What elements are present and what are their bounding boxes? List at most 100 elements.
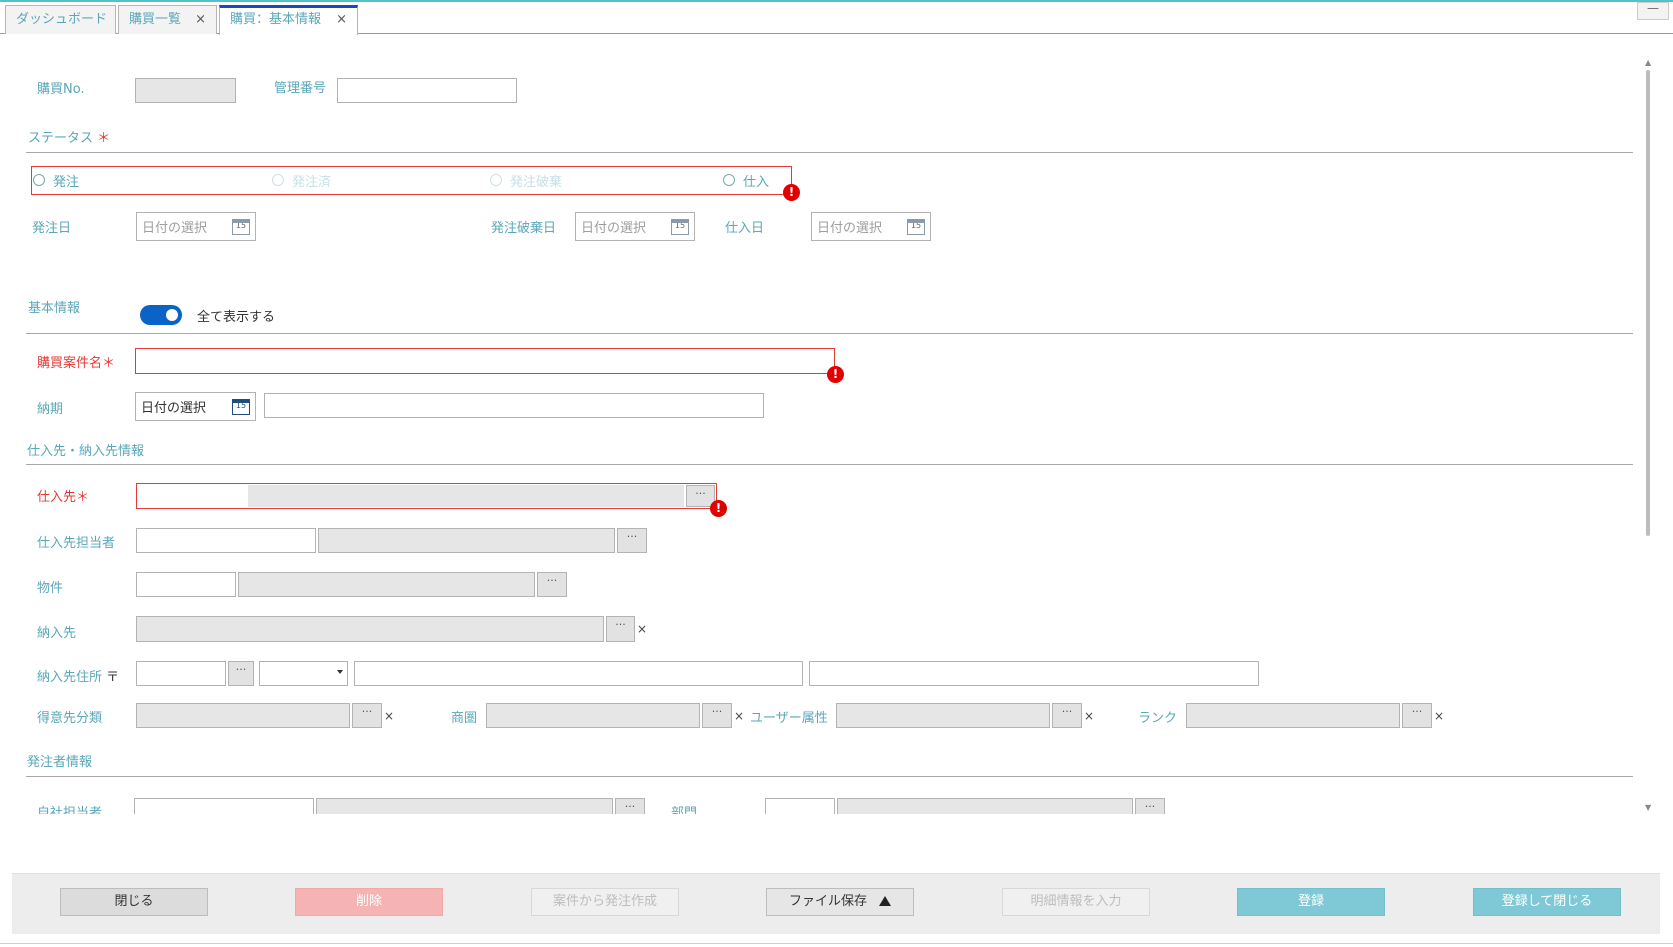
status-radio-group [31,166,792,195]
status-label-text: ステータス [28,131,94,146]
triangle-up-icon [879,896,891,906]
purchase-no-field [135,78,236,103]
register-and-close-button[interactable]: 登録して閉じる [1473,888,1621,916]
due-date-picker[interactable]: 日付の選択 15 [135,392,256,421]
own-staff-label: 自社担当者 [37,806,103,814]
control-no-label: 管理番号 [274,81,327,96]
clear-icon[interactable]: × [384,705,394,727]
show-all-toggle[interactable] [140,305,182,325]
calendar-icon[interactable]: 15 [232,219,250,235]
postal-code-input[interactable] [136,661,226,686]
project-name-input[interactable] [135,348,835,374]
form-scroll-area: 購買No. 管理番号 ステータス ＊ 発注 発注済 発注破棄 仕入 ! 発注日 … [0,34,1640,814]
status-radio-order-cancel [490,174,502,186]
rank-field [1186,703,1400,728]
trade-area-search-button[interactable]: ··· [702,703,732,728]
department-search-button[interactable]: ··· [1135,798,1165,814]
project-name-label-text: 購買案件名 [37,356,103,371]
supplier-contact-search-button[interactable]: ··· [617,528,647,553]
customer-class-label: 得意先分類 [37,711,103,726]
order-cancel-date-picker[interactable]: 日付の選択 15 [575,212,695,241]
date-placeholder: 日付の選択 [581,221,647,236]
tab-dashboard[interactable]: ダッシュボード [5,5,116,34]
department-code-input[interactable] [765,798,835,814]
own-staff-code-input[interactable] [134,798,314,814]
order-date-picker[interactable]: 日付の選択 15 [136,212,256,241]
property-search-button[interactable]: ··· [537,572,567,597]
address1-input[interactable] [354,661,803,686]
clear-icon[interactable]: × [1084,705,1094,727]
rank-search-button[interactable]: ··· [1402,703,1432,728]
register-button[interactable]: 登録 [1237,888,1385,916]
date-placeholder: 日付の選択 [142,221,208,236]
delivery-label: 納入先 [37,626,77,641]
tab-bar: ダッシュボード 購買一覧 × 購買：基本情報 × [0,2,1673,35]
clear-icon[interactable]: × [1434,705,1444,727]
scroll-up-icon[interactable]: ▲ [1645,58,1651,67]
supplier-section-label: 仕入先・納入先情報 [27,444,145,459]
trade-area-label: 商圏 [451,711,478,726]
prefecture-select[interactable] [259,661,348,686]
clear-icon[interactable]: × [637,618,647,640]
divider [26,464,1633,465]
calendar-icon[interactable]: 15 [671,219,689,235]
status-label: ステータス ＊ [28,127,110,146]
delete-button[interactable]: 削除 [295,888,443,916]
error-icon: ! [710,500,727,517]
tab-label: 購買一覧 [129,12,182,27]
supplier-contact-label: 仕入先担当者 [37,536,116,551]
status-option-label: 仕入 [743,175,770,190]
control-no-input[interactable] [337,78,517,103]
supplier-label-text: 仕入先 [37,490,77,505]
supplier-name-field [248,485,684,507]
tab-purchase-list[interactable]: 購買一覧 × [118,5,217,34]
status-option-label: 発注破棄 [510,175,563,190]
customer-class-search-button[interactable]: ··· [352,703,382,728]
status-radio-ordered [272,174,284,186]
required-mark: ＊ [76,490,90,505]
supplier-contact-code-input[interactable] [136,528,316,553]
calendar-icon[interactable]: 15 [232,399,250,415]
property-code-input[interactable] [136,572,236,597]
calendar-icon[interactable]: 15 [907,219,925,235]
error-icon: ! [783,184,800,201]
due-note-input[interactable] [264,393,764,418]
property-label: 物件 [37,581,64,596]
close-button[interactable]: 閉じる [60,888,208,916]
status-radio-order[interactable] [33,174,45,186]
clear-icon[interactable]: × [734,705,744,727]
bottom-border [0,943,1673,944]
postal-code-search-button[interactable]: ··· [228,661,254,686]
toggle-knob [166,309,178,321]
required-mark: ＊ [97,131,111,146]
scroll-down-icon[interactable]: ▼ [1645,803,1651,812]
rank-label: ランク [1138,711,1178,726]
own-staff-search-button[interactable]: ··· [615,798,645,814]
user-attribute-label: ユーザー属性 [750,711,828,726]
file-save-label: ファイル保存 [788,894,867,909]
delivery-address-label: 納入先住所 〒 [37,666,119,685]
address2-input[interactable] [809,661,1259,686]
project-name-label: 購買案件名＊ [37,352,115,371]
date-placeholder: 日付の選択 [141,401,207,416]
user-attribute-search-button[interactable]: ··· [1052,703,1082,728]
date-placeholder: 日付の選択 [817,221,883,236]
purchase-date-picker[interactable]: 日付の選択 15 [811,212,931,241]
chevron-down-icon [337,670,343,674]
minimize-button[interactable]: — [1637,2,1669,20]
order-cancel-date-label: 発注破棄日 [491,221,557,236]
tab-label: ダッシュボード [16,12,108,27]
required-mark: ＊ [102,356,116,371]
purchase-no-label: 購買No. [37,82,85,97]
vertical-scrollbar-thumb[interactable] [1646,70,1650,536]
status-radio-purchase[interactable] [723,174,735,186]
purchase-date-label: 仕入日 [725,221,765,236]
file-save-button[interactable]: ファイル保存 [766,888,914,916]
supplier-code-input[interactable] [138,485,246,507]
delivery-search-button[interactable]: ··· [606,616,635,642]
close-icon[interactable]: × [336,8,347,32]
show-all-label: 全て表示する [197,310,276,325]
close-icon[interactable]: × [195,6,206,34]
tab-purchase-basic[interactable]: 購買：基本情報 × [219,5,358,35]
delivery-address-label-text: 納入先住所 [37,670,103,685]
